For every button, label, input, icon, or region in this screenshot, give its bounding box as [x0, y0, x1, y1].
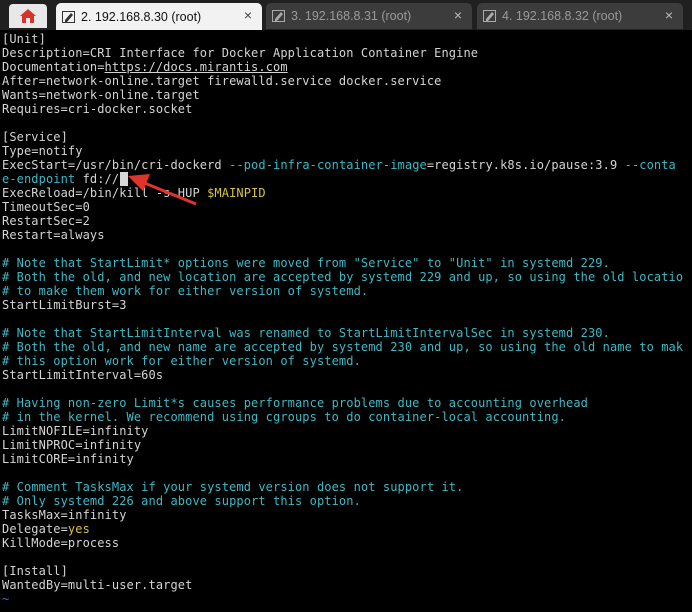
- terminal-line: TimeoutSec=0: [2, 200, 90, 214]
- flag-text: --pod-infra-container-image: [229, 158, 427, 172]
- comment-line: # in the kernel. We recommend using cgro…: [2, 410, 566, 424]
- tab-192-168-8-31[interactable]: 3. 192.168.8.31 (root) ×: [266, 3, 472, 29]
- terminal-edit-icon: [272, 10, 285, 22]
- terminal-line: LimitNOFILE=infinity: [2, 424, 149, 438]
- close-icon[interactable]: ×: [454, 7, 462, 23]
- terminal-line: Requires=cri-docker.socket: [2, 102, 193, 116]
- flag-text: e-endpoint: [2, 172, 76, 186]
- flag-text: --conta: [624, 158, 676, 172]
- line-text: Documentation=: [2, 60, 105, 74]
- terminal-line: ExecReload=/bin/kill -s HUP $MAINPID: [2, 186, 266, 200]
- text-cursor: [120, 172, 128, 186]
- comment-line: # Note that StartLimitInterval was renam…: [2, 326, 610, 340]
- terminal-line: Type=notify: [2, 144, 83, 158]
- comment-line: # to make them work for either version o…: [2, 284, 369, 298]
- tab-192-168-8-32[interactable]: 4. 192.168.8.32 (root) ×: [477, 3, 683, 29]
- documentation-link[interactable]: https://docs.mirantis.com: [105, 60, 288, 74]
- terminal-line: WantedBy=multi-user.target: [2, 578, 193, 592]
- tab-label: 2. 192.168.8.30 (root): [81, 9, 202, 24]
- tab-label: 4. 192.168.8.32 (root): [502, 9, 623, 23]
- comment-line: # Only systemd 226 and above support thi…: [2, 494, 361, 508]
- terminal-line: e-endpoint fd://: [2, 172, 119, 186]
- home-tab[interactable]: [9, 4, 47, 28]
- terminal-line: [Service]: [2, 130, 68, 144]
- line-text: Delegate=: [2, 522, 68, 536]
- terminal-line: Delegate=yes: [2, 522, 90, 536]
- terminal-line: [Install]: [2, 564, 68, 578]
- terminal-line: LimitCORE=infinity: [2, 452, 134, 466]
- terminal-line: Description=CRI Interface for Docker App…: [2, 46, 479, 60]
- terminal-line: TasksMax=infinity: [2, 508, 127, 522]
- tab-label: 3. 192.168.8.31 (root): [291, 9, 412, 23]
- terminal-line: Documentation=https://docs.mirantis.com: [2, 60, 288, 74]
- terminal-line: LimitNPROC=infinity: [2, 438, 142, 452]
- terminal-line: Wants=network-online.target: [2, 88, 200, 102]
- terminal-line: StartLimitBurst=3: [2, 298, 127, 312]
- comment-line: # Comment TasksMax if your systemd versi…: [2, 480, 464, 494]
- tab-192-168-8-30[interactable]: 2. 192.168.8.30 (root) ×: [56, 3, 262, 30]
- comment-line: # Note that StartLimit* options were mov…: [2, 256, 610, 270]
- comment-line: # Both the old, and new name are accepte…: [2, 340, 684, 354]
- terminal-output[interactable]: [Unit] Description=CRI Interface for Doc…: [0, 30, 692, 612]
- line-text: ExecReload=/bin/kill -s HUP: [2, 186, 208, 200]
- terminal-edit-icon: [483, 10, 496, 22]
- terminal-line: StartLimitInterval=60s: [2, 368, 164, 382]
- close-icon[interactable]: ×: [665, 7, 673, 23]
- home-icon: [20, 9, 36, 23]
- terminal-line: After=network-online.target firewalld.se…: [2, 74, 442, 88]
- tab-bar: 2. 192.168.8.30 (root) × 3. 192.168.8.31…: [0, 0, 692, 31]
- comment-line: # Both the old, and new location are acc…: [2, 270, 684, 284]
- terminal-line: [Unit]: [2, 32, 46, 46]
- line-text: fd://: [75, 172, 120, 186]
- comment-line: # this option work for either version of…: [2, 354, 361, 368]
- terminal-edit-icon: [62, 10, 75, 23]
- variable-text: $MAINPID: [207, 186, 266, 200]
- value-text: yes: [67, 522, 90, 536]
- line-text: =registry.k8s.io/pause:3.9: [426, 158, 625, 172]
- terminal-line: KillMode=process: [2, 536, 120, 550]
- terminal-line: Restart=always: [2, 228, 105, 242]
- line-text: ExecStart=/usr/bin/cri-dockerd: [2, 158, 230, 172]
- vim-tilde: ~: [2, 592, 10, 606]
- terminal-line: RestartSec=2: [2, 214, 90, 228]
- terminal-line: ExecStart=/usr/bin/cri-dockerd --pod-inf…: [2, 158, 676, 172]
- close-icon[interactable]: ×: [244, 7, 252, 23]
- comment-line: # Having non-zero Limit*s causes perform…: [2, 396, 588, 410]
